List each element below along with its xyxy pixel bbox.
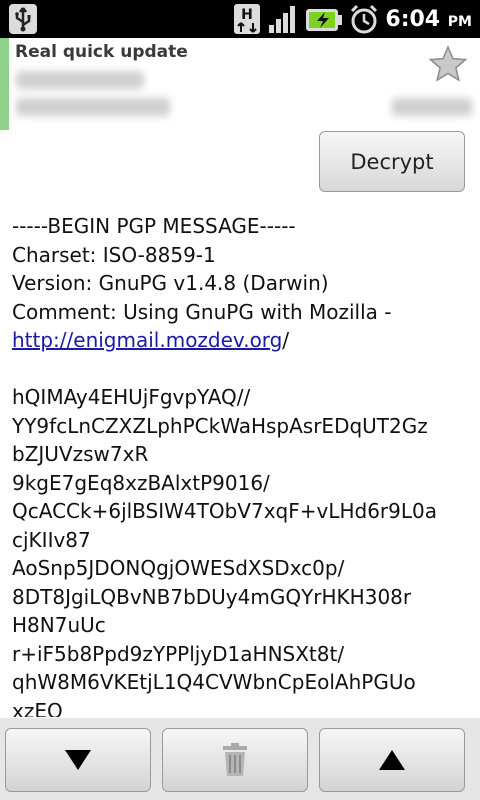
body-line: -----BEGIN PGP MESSAGE----- [12,214,296,238]
date-redacted [392,98,472,116]
unread-accent-bar [0,38,9,130]
body-line: bZJUVzsw7xR [12,442,149,466]
message-header[interactable]: Real quick update [0,38,480,130]
signal-icon [269,6,296,33]
next-message-button[interactable] [5,728,151,792]
sender-name-redacted [16,71,144,89]
alarm-icon [351,4,378,34]
clock: 6:04 PM [385,7,472,32]
body-line: Comment: Using GnuPG with Mozilla - [12,299,392,324]
body-line: Version: GnuPG v1.4.8 (Darwin) [12,271,329,295]
clock-ampm: PM [447,13,472,30]
body-line [12,355,472,384]
body-link-line: http://enigmail.mozdev.org/ [12,326,472,355]
trash-icon [223,743,247,776]
usb-icon [9,4,37,34]
delete-button[interactable] [162,728,308,792]
clock-time: 6:04 [385,6,441,32]
enigmail-link[interactable]: http://enigmail.mozdev.org [12,328,282,352]
body-line: Charset: ISO-8859-1 [12,242,216,267]
battery-charging-icon [306,9,343,31]
body-line: H8N7uUc [12,613,106,637]
status-bar: H 6:04 PM [0,0,480,38]
message-subject: Real quick update [15,42,188,62]
star-icon[interactable] [428,44,468,84]
body-line: qhW8M6VKEtjL1Q4CVWbnCpEolAhPGUo [12,670,416,694]
body-line: YY9fcLnCZXZLphPCkWaHspAsrEDqUT2Gz [12,413,428,438]
link-suffix: / [282,328,290,352]
message-body[interactable]: -----BEGIN PGP MESSAGE----- Charset: ISO… [12,212,472,717]
body-line: r+iF5b8Ppd9zYPPljyD1aHNSXt8t/ [12,641,345,666]
body-line: xzEQ [12,698,63,718]
previous-message-button[interactable] [319,728,465,792]
body-line: hQIMAy4EHUjFgvpYAQ// [12,385,251,409]
sender-address-redacted [16,98,170,116]
hspa-icon: H [234,4,261,34]
body-line: 8DT8JgiLQBvNB7bDUy4mGQYrHKH308r [12,584,412,609]
arrow-up-icon [379,750,405,770]
body-line: 9kgE7gEq8xzBAlxtP9016/ [12,470,270,495]
body-line: AoSnp5JDONQgjOWESdXSDxc0p/ [12,556,345,580]
bottom-action-bar [0,718,480,800]
svg-text:H: H [242,7,254,23]
body-line: cjKIIv87 [12,527,91,552]
decrypt-button[interactable]: Decrypt [319,131,465,192]
arrow-down-icon [65,750,91,770]
status-icons: H 6:04 PM [233,0,472,38]
body-line: QcACCk+6jlBSIW4TObV7xqF+vLHd6r9L0a [12,499,437,523]
decrypt-button-label: Decrypt [350,149,434,174]
